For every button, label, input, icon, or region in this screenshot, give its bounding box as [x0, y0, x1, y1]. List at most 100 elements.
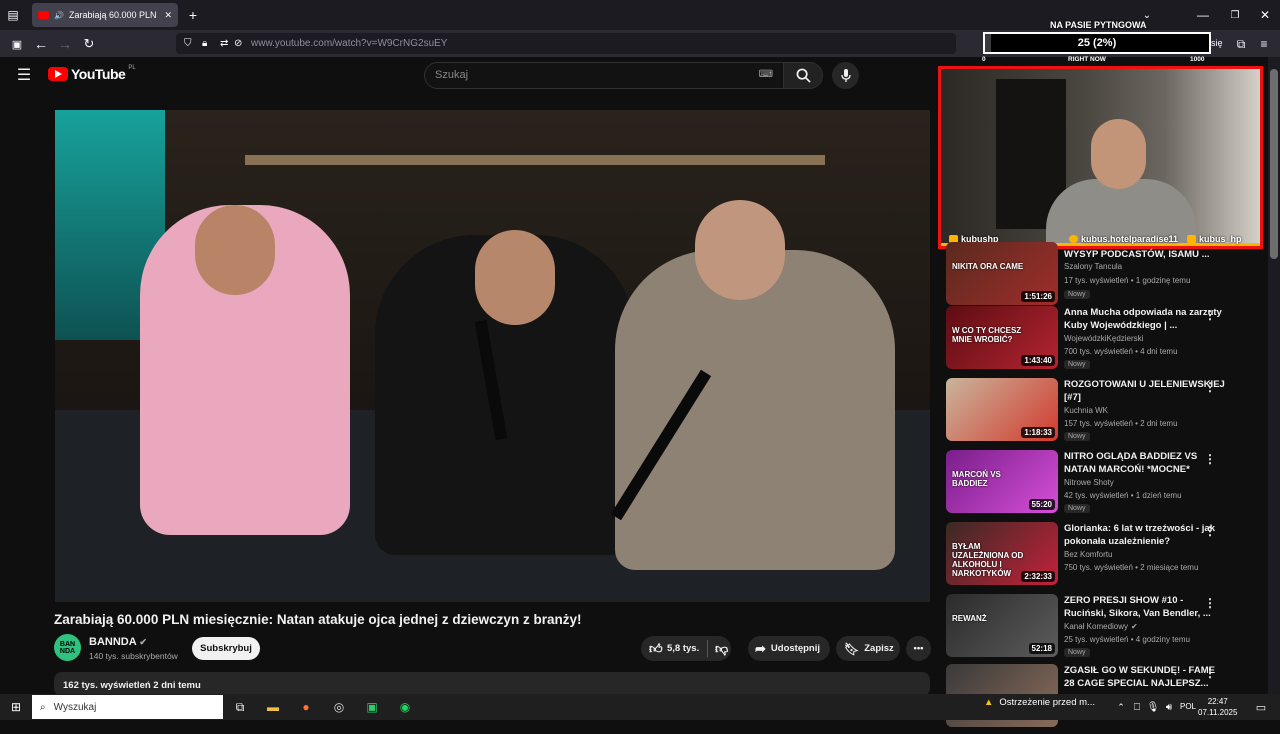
- recommendation-channel[interactable]: Kuchnia WK: [1064, 406, 1108, 415]
- more-vert-icon[interactable]: ⋮: [1204, 596, 1216, 610]
- close-tab-icon[interactable]: ✕: [164, 10, 172, 21]
- like-icon[interactable]: 👍︎: [649, 641, 663, 657]
- reload-icon[interactable]: ↻: [81, 36, 97, 52]
- recommendation-item[interactable]: 1:18:33 ROZGOTOWANI U JELENIEWSKIEJ [#7] K…: [946, 378, 1266, 448]
- recommendation-channel[interactable]: Nitrowe Shoty: [1064, 478, 1114, 487]
- thumbnail-text: NIKITA ORA CAME: [952, 262, 1024, 271]
- recommendation-item[interactable]: REWANŻ 52:18 ZERO PRESJI SHOW #10 - Rucińs…: [946, 594, 1266, 664]
- taskbar-search-input[interactable]: ⌕ Wyszukaj: [32, 695, 223, 719]
- back-icon[interactable]: ←: [33, 36, 49, 52]
- goal-center-label: RIGHT NOW: [1068, 56, 1106, 63]
- search-input[interactable]: Szukaj ⌨: [424, 62, 784, 89]
- maximize-icon[interactable]: ❐: [1228, 8, 1242, 22]
- clock[interactable]: 22:47 07.11.2025: [1198, 696, 1237, 718]
- share-button[interactable]: ➦ Udostępnij: [748, 636, 830, 661]
- recommendation-channel[interactable]: Szalony Tancula: [1064, 262, 1122, 271]
- extensions-icon[interactable]: ⧉: [1233, 36, 1249, 52]
- more-vert-icon[interactable]: ⋮: [1204, 524, 1216, 538]
- description-box[interactable]: 162 tys. wyświetleń 2 dni temu: [54, 672, 930, 696]
- recommendation-title[interactable]: Glorianka: 6 lat w trzeźwości - jak poko…: [1064, 522, 1226, 548]
- dislike-icon[interactable]: 👎︎: [715, 641, 728, 657]
- volume-icon[interactable]: 🔊︎: [1160, 698, 1178, 716]
- tracking-shield-icon[interactable]: ⛉: [184, 38, 192, 49]
- recommendation-thumbnail[interactable]: MARCOŃ VS BADDIEZ 55:20: [946, 450, 1058, 513]
- new-tab-icon[interactable]: +: [186, 7, 200, 23]
- forward-icon[interactable]: →: [57, 36, 73, 52]
- search-button[interactable]: [783, 62, 823, 89]
- video-duration: 1:18:33: [1021, 427, 1055, 438]
- language-indicator[interactable]: POL: [1180, 702, 1196, 711]
- taskbar-search-icon: ⌕: [40, 701, 46, 713]
- sidebar-icon[interactable]: ▣: [9, 36, 25, 52]
- guide-menu-icon[interactable]: ☰: [16, 67, 32, 84]
- social-handle-2: kubus.hotelparadise11: [1081, 234, 1179, 244]
- sign-in-fragment[interactable]: się: [1211, 38, 1223, 48]
- channel-avatar[interactable]: BAN NDA: [54, 634, 81, 661]
- recommendation-thumbnail[interactable]: NIKITA ORA CAME 1:51:26: [946, 242, 1058, 305]
- more-actions-button[interactable]: •••: [906, 636, 931, 661]
- recommendation-channel-text: Kuchnia WK: [1064, 406, 1109, 415]
- address-bar[interactable]: ⛉ 🔒︎ ⇄ ⊘ www.youtube.com/watch?v=W9CrNG2…: [176, 33, 956, 54]
- firefox-icon[interactable]: ●: [297, 698, 315, 716]
- recommendation-title[interactable]: ZGASIŁ GO W SEKUNDĘ! - FAME 28 CAGE SPEC…: [1064, 664, 1226, 690]
- file-explorer-icon[interactable]: ▬: [264, 698, 282, 716]
- recommendation-item[interactable]: MARCOŃ VS BADDIEZ 55:20 NITRO OGLĄDA BADDI…: [946, 450, 1266, 520]
- recommendation-title[interactable]: ZERO PRESJI SHOW #10 - Ruciński, Sikora,…: [1064, 594, 1226, 620]
- new-badge: Nowy: [1064, 504, 1090, 513]
- clock-date: 07.11.2025: [1198, 708, 1238, 717]
- weather-warning[interactable]: ▲ Ostrzeżenie przed m...: [984, 697, 1095, 708]
- recommendation-meta: 157 tys. wyświetleń • 2 dni temu: [1064, 419, 1178, 428]
- app-icon[interactable]: ◎: [330, 698, 348, 716]
- like-divider: [707, 640, 708, 657]
- youtube-logo[interactable]: YouTube PL: [48, 65, 136, 82]
- goal-value: 25 (2%): [1077, 37, 1117, 49]
- youtube-play-icon: [48, 67, 68, 81]
- menu-icon[interactable]: ≡: [1256, 36, 1272, 52]
- lock-icon[interactable]: 🔒︎: [202, 38, 207, 49]
- tab-list-icon[interactable]: ▤: [6, 8, 20, 22]
- verified-icon: ✔: [139, 637, 147, 647]
- like-count[interactable]: 5,8 tys.: [667, 643, 699, 654]
- autoplay-blocked-icon[interactable]: ⊘: [234, 38, 242, 49]
- more-vert-icon[interactable]: ⋮: [1204, 452, 1216, 466]
- more-vert-icon[interactable]: ⋮: [1204, 666, 1216, 680]
- keyboard-icon[interactable]: ⌨: [759, 69, 773, 80]
- recommendation-thumbnail[interactable]: BYŁAM UZALEŻNIONA OD ALKOHOLU I NARKOTYK…: [946, 522, 1058, 585]
- app-green-icon[interactable]: ▣: [363, 698, 381, 716]
- recommendation-item[interactable]: BYŁAM UZALEŻNIONA OD ALKOHOLU I NARKOTYK…: [946, 522, 1266, 592]
- recommendation-channel[interactable]: Bez Komfortu: [1064, 550, 1112, 559]
- spotify-icon[interactable]: ◉: [396, 698, 414, 716]
- more-vert-icon[interactable]: ⋮: [1204, 308, 1216, 322]
- recommendation-item[interactable]: W CO TY CHCESZ MNIE WROBIĆ? 1:43:40 Anna M…: [946, 306, 1266, 376]
- recommendation-channel[interactable]: WojewódzkiKędzierski: [1064, 334, 1143, 343]
- warning-text: Ostrzeżenie przed m...: [999, 697, 1095, 708]
- close-window-icon[interactable]: ✕: [1258, 8, 1272, 22]
- audio-playing-icon[interactable]: 🔊: [54, 11, 64, 20]
- channel-name[interactable]: BANNDA ✔: [89, 636, 147, 648]
- webcam-overlay: kubushp kubus.hotelparadise11 kubus_hp: [938, 66, 1263, 249]
- scrollbar-thumb[interactable]: [1270, 69, 1278, 259]
- voice-search-button[interactable]: [832, 62, 859, 89]
- recommendation-thumbnail[interactable]: 1:18:33: [946, 378, 1058, 441]
- recommendation-channel[interactable]: Kanał Komediowy ✔: [1064, 622, 1138, 631]
- task-view-icon[interactable]: ⧉: [231, 698, 249, 716]
- recommendation-title[interactable]: ROZGOTOWANI U JELENIEWSKIEJ [#7]: [1064, 378, 1226, 404]
- save-button[interactable]: 🔖︎ Zapisz: [836, 636, 900, 661]
- recommendation-title[interactable]: NITRO OGLĄDA BADDIEZ VS NATAN MARCOŃ! *M…: [1064, 450, 1226, 476]
- recommendation-thumbnail[interactable]: W CO TY CHCESZ MNIE WROBIĆ? 1:43:40: [946, 306, 1058, 369]
- video-player[interactable]: [55, 110, 930, 602]
- recommendation-title[interactable]: Anna Mucha odpowiada na zarzuty Kuby Woj…: [1064, 306, 1226, 332]
- recommendation-thumbnail[interactable]: REWANŻ 52:18: [946, 594, 1058, 657]
- recommendation-title[interactable]: WYSYP PODCASTÓW, ISAMU ...: [1064, 248, 1226, 261]
- goal-title: NA PASIE PYTNGOWA: [1050, 20, 1147, 30]
- page-scrollbar[interactable]: [1268, 57, 1280, 694]
- permissions-icon[interactable]: ⇄: [220, 38, 228, 49]
- thumbnail-text: BYŁAM UZALEŻNIONA OD ALKOHOLU I NARKOTYK…: [952, 542, 1024, 578]
- more-vert-icon[interactable]: ⋮: [1204, 380, 1216, 394]
- browser-tab-active[interactable]: 🔊 Zarabiają 60.000 PLN mies ✕: [32, 3, 178, 27]
- windows-taskbar: ⊞ ⌕ Wyszukaj ⧉ ▬ ● ◎ ▣ ◉ ▲ Ostrzeżenie p…: [0, 694, 1280, 720]
- windows-start-icon[interactable]: ⊞: [7, 698, 25, 716]
- minimize-icon[interactable]: —: [1196, 8, 1210, 22]
- notifications-icon[interactable]: ▭: [1252, 698, 1270, 716]
- subscribe-button[interactable]: Subskrybuj: [192, 637, 260, 660]
